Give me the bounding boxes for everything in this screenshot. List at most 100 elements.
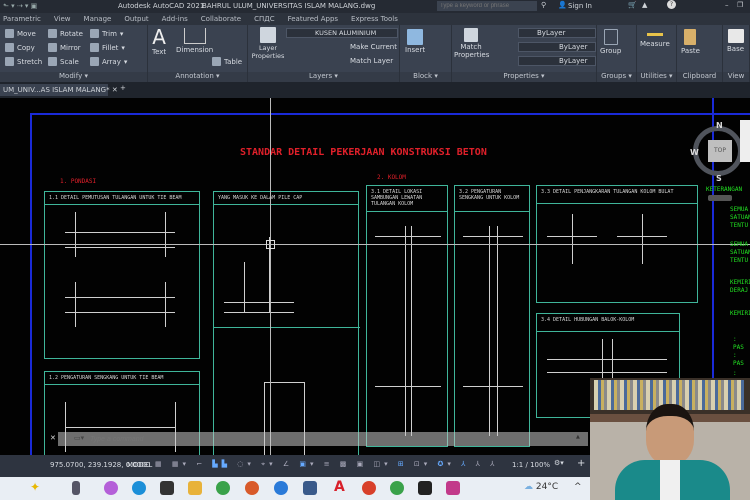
linetype-dropdown[interactable]: ByLayer <box>518 42 596 52</box>
weather-widget[interactable]: ☁ 24°C <box>524 482 558 492</box>
stretch-button[interactable]: Stretch <box>5 57 42 66</box>
autocad-icon[interactable]: A <box>334 479 345 495</box>
match-properties-button[interactable]: Match Properties <box>454 28 489 59</box>
view-panel-label[interactable]: View <box>723 72 749 82</box>
measure-button[interactable]: Measure <box>640 33 670 48</box>
copy-button[interactable]: Copy <box>5 43 35 52</box>
close-command-icon[interactable]: ✕ <box>50 434 56 442</box>
scale-button[interactable]: Scale <box>48 57 79 66</box>
navigation-bar[interactable] <box>740 120 750 162</box>
tab-manage[interactable]: Manage <box>84 15 112 23</box>
model-space-button[interactable]: MODEL <box>127 461 152 469</box>
text-icon: A <box>152 25 166 49</box>
rotate-icon <box>48 29 57 38</box>
new-tab-button[interactable]: + <box>120 84 126 92</box>
edge-icon[interactable] <box>132 481 146 495</box>
file-tabs: UM_UNIV...AS ISLAM MALANG* ✕ + <box>0 82 750 98</box>
app-icon-3[interactable] <box>446 481 460 495</box>
annotation-scale[interactable]: 1:1 / 100% <box>512 461 550 469</box>
scale-icon <box>48 57 57 66</box>
layers-panel-label[interactable]: Layers ▾ <box>248 72 399 82</box>
text-button[interactable]: A Text <box>152 27 166 56</box>
command-line[interactable]: ✕ ▭▾ ▲ <box>50 432 588 446</box>
gear-icon[interactable]: ⚙▾ <box>554 459 564 467</box>
layer-properties-button[interactable]: Layer Properties <box>251 27 285 60</box>
customize-plus-icon[interactable]: + <box>577 458 585 469</box>
sign-in-link[interactable]: Sign In <box>568 2 592 10</box>
drawing-title: STANDAR DETAIL PEKERJAAN KONSTRUKSI BETO… <box>240 147 487 158</box>
app-icon-2[interactable] <box>303 481 317 495</box>
make-current-button[interactable]: Make Current <box>350 43 397 51</box>
tab-add-ins[interactable]: Add-ins <box>162 15 188 23</box>
help-icon[interactable]: ? <box>667 0 676 9</box>
view-panel: Base View <box>723 25 750 82</box>
tab-parametric[interactable]: Parametric <box>3 15 41 23</box>
title-bar: ⬑ ▾ ⇢ ▾ ▣ Autodesk AutoCAD 2021 BAHRUL U… <box>0 0 750 13</box>
autodesk-app-icon[interactable]: ▲ <box>642 1 647 9</box>
color-dropdown[interactable]: ByLayer <box>518 28 596 38</box>
task-view-icon[interactable] <box>72 481 80 495</box>
tab-featured-apps[interactable]: Featured Apps <box>288 15 338 23</box>
dimension-button[interactable]: Dimension <box>176 28 213 54</box>
app-icon[interactable] <box>274 481 288 495</box>
tab-collaborate[interactable]: Collaborate <box>201 15 241 23</box>
mirror-button[interactable]: Mirror <box>48 43 81 52</box>
tab-view[interactable]: View <box>54 15 71 23</box>
clipboard-panel-label[interactable]: Clipboard <box>677 72 722 82</box>
widgets-icon[interactable]: ✦ <box>30 480 40 494</box>
fillet-button[interactable]: Fillet ▾ <box>90 43 125 52</box>
groups-panel-label[interactable]: Groups ▾ <box>597 72 636 82</box>
properties-panel-label[interactable]: Properties ▾ <box>452 72 596 82</box>
copilot-icon[interactable] <box>104 481 118 495</box>
annotation-panel-label[interactable]: Annotation ▾ <box>148 72 247 82</box>
cart-icon[interactable]: 🛒 <box>628 1 637 9</box>
legend-item: SEMUA SATUAN TENTU <box>730 206 750 229</box>
chrome-icon[interactable] <box>216 481 230 495</box>
command-icon: ▭▾ <box>74 434 85 442</box>
layer-dropdown[interactable]: KUSEN ALUMINIUM <box>286 28 398 38</box>
command-input[interactable] <box>90 433 570 445</box>
insert-button[interactable]: Insert <box>405 29 425 54</box>
legend-title: KETERANGAN <box>706 186 743 193</box>
obs-icon[interactable] <box>418 481 432 495</box>
quick-access-toolbar[interactable]: ⬑ ▾ ⇢ ▾ ▣ <box>3 2 37 10</box>
block-panel-label[interactable]: Block ▾ <box>400 72 451 82</box>
file-explorer-icon[interactable] <box>188 481 202 495</box>
drafting-toggles[interactable]: ▦ ▦▾ ⌐ ▙▙ ◌▾ ⌖▾ ∠ ▣▾ ≡ ▩ ▣ ◫▾ ⊞ ⊡▾ ✪▾ ⅄ … <box>155 460 498 469</box>
minimize-button[interactable]: – <box>725 1 729 9</box>
person-face <box>646 404 694 464</box>
powerpoint-icon[interactable] <box>245 481 259 495</box>
group-button[interactable]: Group <box>600 29 621 55</box>
base-button[interactable]: Base <box>727 29 744 53</box>
detail-frame-1-1: 1.1 DETAIL PEMUTUSAN TULANGAN UNTUK TIE … <box>44 191 200 359</box>
lineweight-dropdown[interactable]: ByLayer <box>518 56 596 66</box>
rotate-button[interactable]: Rotate <box>48 29 83 38</box>
tab-express-tools[interactable]: Express Tools <box>351 15 398 23</box>
file-tab[interactable]: UM_UNIV...AS ISLAM MALANG* ✕ <box>0 84 118 96</box>
block-panel: Insert Block ▾ <box>400 25 452 82</box>
restore-button[interactable]: ❐ <box>737 1 743 9</box>
crosshair-vertical <box>270 98 271 478</box>
viewcube-top[interactable]: TOP <box>708 140 732 162</box>
tab-spds[interactable]: СПДС <box>254 15 275 23</box>
trim-button[interactable]: Trim ▾ <box>90 29 123 38</box>
modify-panel: Move Rotate Trim ▾ Copy Mirror Fillet ▾ … <box>0 25 148 82</box>
search-input[interactable] <box>437 1 537 11</box>
command-history-button[interactable]: ▲ <box>576 434 580 440</box>
notion-icon[interactable] <box>160 481 174 495</box>
chrome-profile-icon-2[interactable] <box>390 481 404 495</box>
table-button[interactable]: Table <box>212 57 242 66</box>
tray-chevron-icon[interactable]: ^ <box>574 482 582 492</box>
tab-output[interactable]: Output <box>124 15 148 23</box>
search-icon[interactable]: ⚲ <box>541 1 546 9</box>
utilities-panel-label[interactable]: Utilities ▾ <box>637 72 676 82</box>
close-tab-icon[interactable]: ✕ <box>112 86 118 94</box>
utilities-panel: Measure Utilities ▾ <box>637 25 677 82</box>
modify-panel-label[interactable]: Modify ▾ <box>0 72 147 82</box>
match-layer-button[interactable]: Match Layer <box>350 57 393 65</box>
chrome-profile-icon[interactable] <box>362 481 376 495</box>
array-button[interactable]: Array ▾ <box>90 57 127 66</box>
move-button[interactable]: Move <box>5 29 36 38</box>
group-icon <box>603 29 618 45</box>
paste-button[interactable]: Paste <box>681 29 700 55</box>
